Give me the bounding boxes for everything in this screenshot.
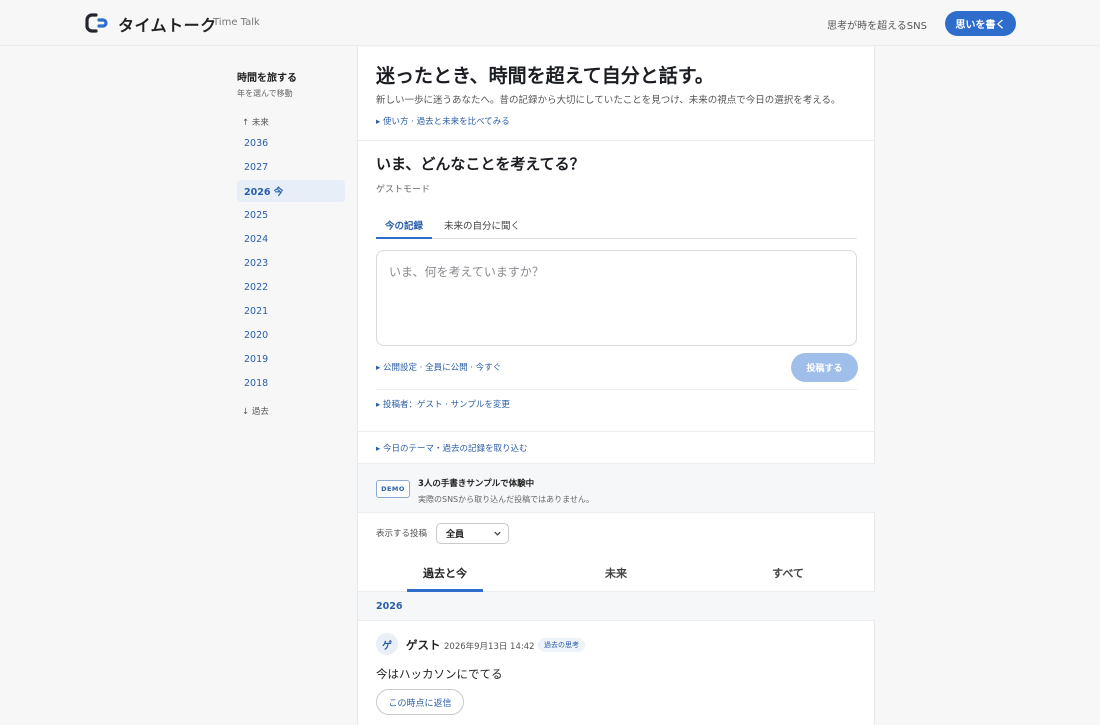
divider (358, 431, 875, 432)
sidebar-future-link[interactable]: ↑ 未来 (242, 116, 269, 128)
sidebar-year-list: 2036 2027 2026 今 2025 2024 2023 2022 2021 2020 20… (237, 132, 345, 397)
sidebar-year-item[interactable]: 2023 (237, 252, 345, 274)
audience-filter-select[interactable]: 全員 (436, 523, 509, 544)
sidebar-year-item[interactable]: 2027 (237, 156, 345, 178)
post-timestamp: 2026年9月13日 14:42 (444, 642, 535, 652)
top-header: タイムトーク Time Talk 思考が時を超えるSNS 思いを書く (0, 0, 1100, 46)
divider (376, 389, 857, 390)
filter-selected-value: 全員 (446, 530, 465, 540)
guest-mode-label: ゲストモード (376, 185, 431, 195)
sidebar-year-item[interactable]: 2026 今 (237, 180, 345, 203)
demo-notice: DEMO 3人の手書きサンプルで体験中 実際のSNSから取り込んだ投稿ではありま… (358, 463, 875, 513)
sidebar-year-item[interactable]: 2019 (237, 349, 345, 371)
demo-subtitle: 実際のSNSから取り込んだ投稿ではありません。 (418, 495, 594, 504)
sidebar-title: 時間を旅する (237, 73, 297, 84)
tab-ask-future-self[interactable]: 未来の自分に聞く (444, 218, 520, 232)
demo-title: 3人の手書きサンプルで体験中 (418, 479, 535, 489)
visibility-settings-link[interactable]: ▸ 公開設定 · 全員に公開 · 今すぐ (376, 361, 501, 373)
hero-title: 迷ったとき、時間を超えて自分と話す。 (376, 65, 714, 87)
sidebar-year-item[interactable]: 2036 (237, 132, 345, 154)
filter-label: 表示する投稿 (376, 529, 428, 539)
write-post-button[interactable]: 思いを書く (945, 11, 1016, 36)
brand-subtitle: Time Talk (213, 17, 260, 28)
tab-past-and-now[interactable]: 過去と今 (407, 565, 483, 592)
sidebar-year-item[interactable]: 2025 (237, 204, 345, 226)
composer-question: いま、どんなことを考えてる？ (376, 155, 585, 173)
time-talk-logo-icon[interactable] (85, 12, 111, 34)
sidebar-year-item[interactable]: 2018 (237, 373, 345, 395)
feed-year-header: 2026 (358, 592, 875, 621)
feed-tabs: 過去と今 未来 すべて (358, 554, 875, 592)
sidebar-past-link[interactable]: ↓ 過去 (242, 405, 269, 417)
submit-post-button[interactable]: 投稿する (791, 353, 858, 382)
post-tag-badge: 過去の思考 (538, 638, 585, 652)
author-settings-link[interactable]: ▸ 投稿者：ゲスト · サンプルを変更 (376, 398, 510, 410)
reply-at-this-time-button[interactable]: この時点に返信 (376, 689, 464, 715)
avatar[interactable]: ゲ (376, 633, 398, 655)
main-column: 迷ったとき、時間を超えて自分と話す。 新しい一歩に迷うあなたへ。昔の記録から大切… (357, 47, 875, 725)
post-body: 今はハッカソンにでてる (376, 667, 503, 681)
feed-year-label: 2026 (376, 601, 403, 612)
tab-current-record[interactable]: 今の記録 (376, 218, 432, 239)
post-input[interactable] (376, 250, 857, 346)
composer-tabs: 今の記録 未来の自分に聞く (376, 209, 857, 239)
howto-link[interactable]: ▸ 使い方 · 過去と未来を比べてみる (376, 115, 510, 127)
post-author[interactable]: ゲスト (406, 637, 441, 653)
theme-import-link[interactable]: ▸ 今日のテーマ・過去の記録を取り込む (376, 442, 527, 454)
divider (358, 140, 875, 141)
brand-name[interactable]: タイムトーク (118, 12, 217, 36)
hero-description: 新しい一歩に迷うあなたへ。昔の記録から大切にしていたことを見つけ、未来の視点で今… (376, 95, 841, 106)
demo-badge: DEMO (376, 480, 410, 498)
sidebar-year-item[interactable]: 2024 (237, 228, 345, 250)
chevron-down-icon (494, 531, 501, 536)
sidebar-subtitle: 年を選んで移動 (237, 89, 293, 98)
tagline: 思考が時を超えるSNS (827, 21, 927, 32)
tab-future[interactable]: 未来 (588, 565, 644, 581)
sidebar-year-item[interactable]: 2021 (237, 301, 345, 323)
tab-all[interactable]: すべて (760, 565, 816, 581)
sidebar-year-item[interactable]: 2020 (237, 325, 345, 347)
sidebar-year-item[interactable]: 2022 (237, 277, 345, 299)
